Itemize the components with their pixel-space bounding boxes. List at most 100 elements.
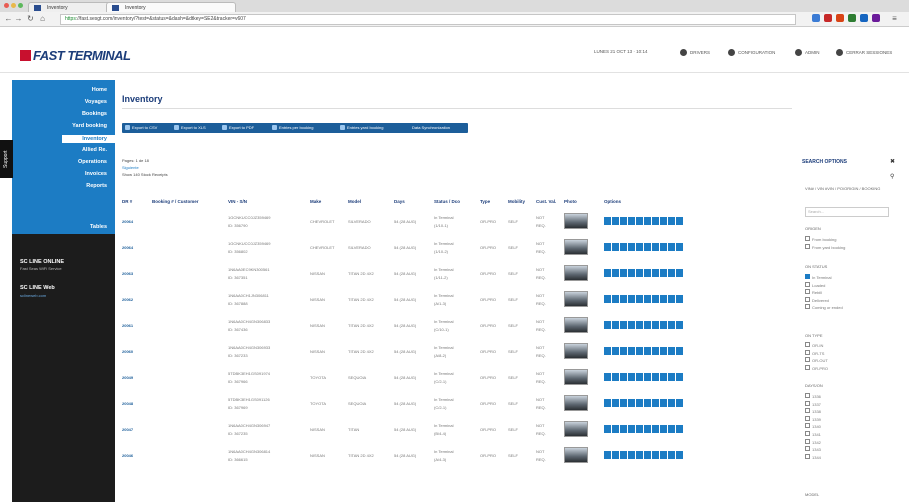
sidebar-item-yard-booking[interactable]: Yard booking [72,123,107,129]
cell-dr[interactable]: 20061 [122,312,152,338]
view-icon[interactable] [612,295,619,303]
cell-photo[interactable] [564,338,604,364]
checkbox-icon[interactable] [805,431,810,436]
photo-icon[interactable] [628,295,635,303]
view-icon[interactable] [612,451,619,459]
delete-icon[interactable] [676,451,683,459]
transfer-icon[interactable] [652,269,659,277]
filter-checkbox[interactable]: OR-IN [805,342,823,348]
history-icon[interactable] [668,425,675,433]
view-icon[interactable] [612,217,619,225]
export-csv-button[interactable]: Export to CSV [125,123,157,133]
checkbox-icon[interactable] [805,400,810,406]
table-row[interactable]: 20047 1N6AA0CH4GN306947 ID: 367235 NISSAN TI… [122,416,722,442]
cell-dr[interactable]: 20060 [122,338,152,364]
table-row[interactable]: 20049 5TDBK3EH1GS091974 ID: 367966 TOYOTA SE… [122,364,722,390]
sidebar-item-tables[interactable]: Tables [90,224,107,230]
photo-icon[interactable] [628,321,635,329]
col-type[interactable]: Type [480,194,508,208]
col-model[interactable]: Model [348,194,394,208]
history-icon[interactable] [668,269,675,277]
vehicle-photo[interactable] [564,291,588,307]
extension-icon[interactable] [836,14,844,22]
sc-line-web-link[interactable]: sclineweb.com [20,293,46,298]
sidebar-item-invoices[interactable]: Invoices [85,171,107,177]
home-icon[interactable]: ⌂ [38,14,47,23]
cell-photo[interactable] [564,416,604,442]
sidebar-item-inventory[interactable]: Inventory [62,135,115,143]
history-icon[interactable] [668,295,675,303]
maximize-window-icon[interactable] [18,3,23,8]
vehicle-photo[interactable] [564,239,588,255]
camera-icon[interactable] [644,399,651,407]
back-icon[interactable]: ← [4,14,13,23]
filter-checkbox[interactable]: Loaded [805,281,825,288]
view-icon[interactable] [612,347,619,355]
info-icon[interactable] [660,269,667,277]
info-icon[interactable] [660,217,667,225]
history-icon[interactable] [668,321,675,329]
checkbox-icon[interactable] [805,296,810,302]
edit-icon[interactable] [604,347,611,355]
history-icon[interactable] [668,399,675,407]
doc-icon[interactable] [620,399,627,407]
cell-photo[interactable] [564,208,604,234]
cell-dr[interactable]: 20062 [122,286,152,312]
vehicle-photo[interactable] [564,447,588,463]
info-icon[interactable] [660,425,667,433]
cell-photo[interactable] [564,312,604,338]
edit-icon[interactable] [604,321,611,329]
nav-admin[interactable]: ADMIN [795,49,820,56]
col-mobility[interactable]: Mobility [508,194,536,208]
transfer-icon[interactable] [652,217,659,225]
table-row[interactable]: 20060 1N6AA0CH4GN306933 ID: 367233 NISSAN TI… [122,338,722,364]
checkbox-icon[interactable] [805,243,810,249]
entries-yard-booking-button[interactable]: Entries yard booking [340,123,383,133]
vehicle-photo[interactable] [564,395,588,411]
delete-icon[interactable] [676,269,683,277]
camera-icon[interactable] [644,321,651,329]
table-row[interactable]: 20046 1N6AA0CH4GN306814 ID: 366615 NISSAN TI… [122,442,722,468]
edit-icon[interactable] [604,269,611,277]
filter-checkbox[interactable]: 1340 [805,423,821,429]
edit-icon[interactable] [604,243,611,251]
delete-icon[interactable] [676,425,683,433]
sidebar-item-home[interactable]: Home [92,87,107,93]
checkbox-icon[interactable] [805,446,810,452]
sidebar-item-allied[interactable]: Allied Re. [82,147,107,153]
delete-icon[interactable] [676,217,683,225]
checkbox-icon[interactable] [805,408,810,414]
view-icon[interactable] [612,269,619,277]
filter-checkbox[interactable]: 1341 [805,431,821,437]
filter-checkbox[interactable]: Rebill [805,289,822,295]
menu-icon[interactable]: ≡ [890,14,899,23]
transfer-icon[interactable] [652,425,659,433]
edit-icon[interactable] [604,399,611,407]
photo-icon[interactable] [628,451,635,459]
filter-checkbox[interactable]: In Terminal [805,274,832,280]
print-icon[interactable] [636,243,643,251]
filter-checkbox[interactable]: OR-PRO [805,364,828,371]
cell-photo[interactable] [564,260,604,286]
cell-dr[interactable]: 20064 [122,208,152,234]
table-row[interactable]: 20064 1GCNKUCC0JZ359469 ID: 356790 CHEVROLE… [122,208,722,234]
filter-checkbox[interactable]: 1343 [805,446,821,452]
table-row[interactable]: 20063 1N6AA0EC9KN300561 ID: 367351 NISSAN TI… [122,260,722,286]
info-icon[interactable] [660,243,667,251]
delete-icon[interactable] [676,399,683,407]
print-icon[interactable] [636,399,643,407]
history-icon[interactable] [668,451,675,459]
photo-icon[interactable] [628,373,635,381]
view-icon[interactable] [612,373,619,381]
checkbox-icon[interactable] [805,364,810,370]
extension-icon[interactable] [824,14,832,22]
info-icon[interactable] [660,347,667,355]
delete-icon[interactable] [676,243,683,251]
transfer-icon[interactable] [652,373,659,381]
filter-checkbox[interactable]: 1342 [805,438,821,445]
cell-dr[interactable]: 20048 [122,390,152,416]
close-window-icon[interactable] [4,3,9,8]
history-icon[interactable] [668,243,675,251]
checkbox-icon[interactable] [805,357,810,363]
doc-icon[interactable] [620,243,627,251]
